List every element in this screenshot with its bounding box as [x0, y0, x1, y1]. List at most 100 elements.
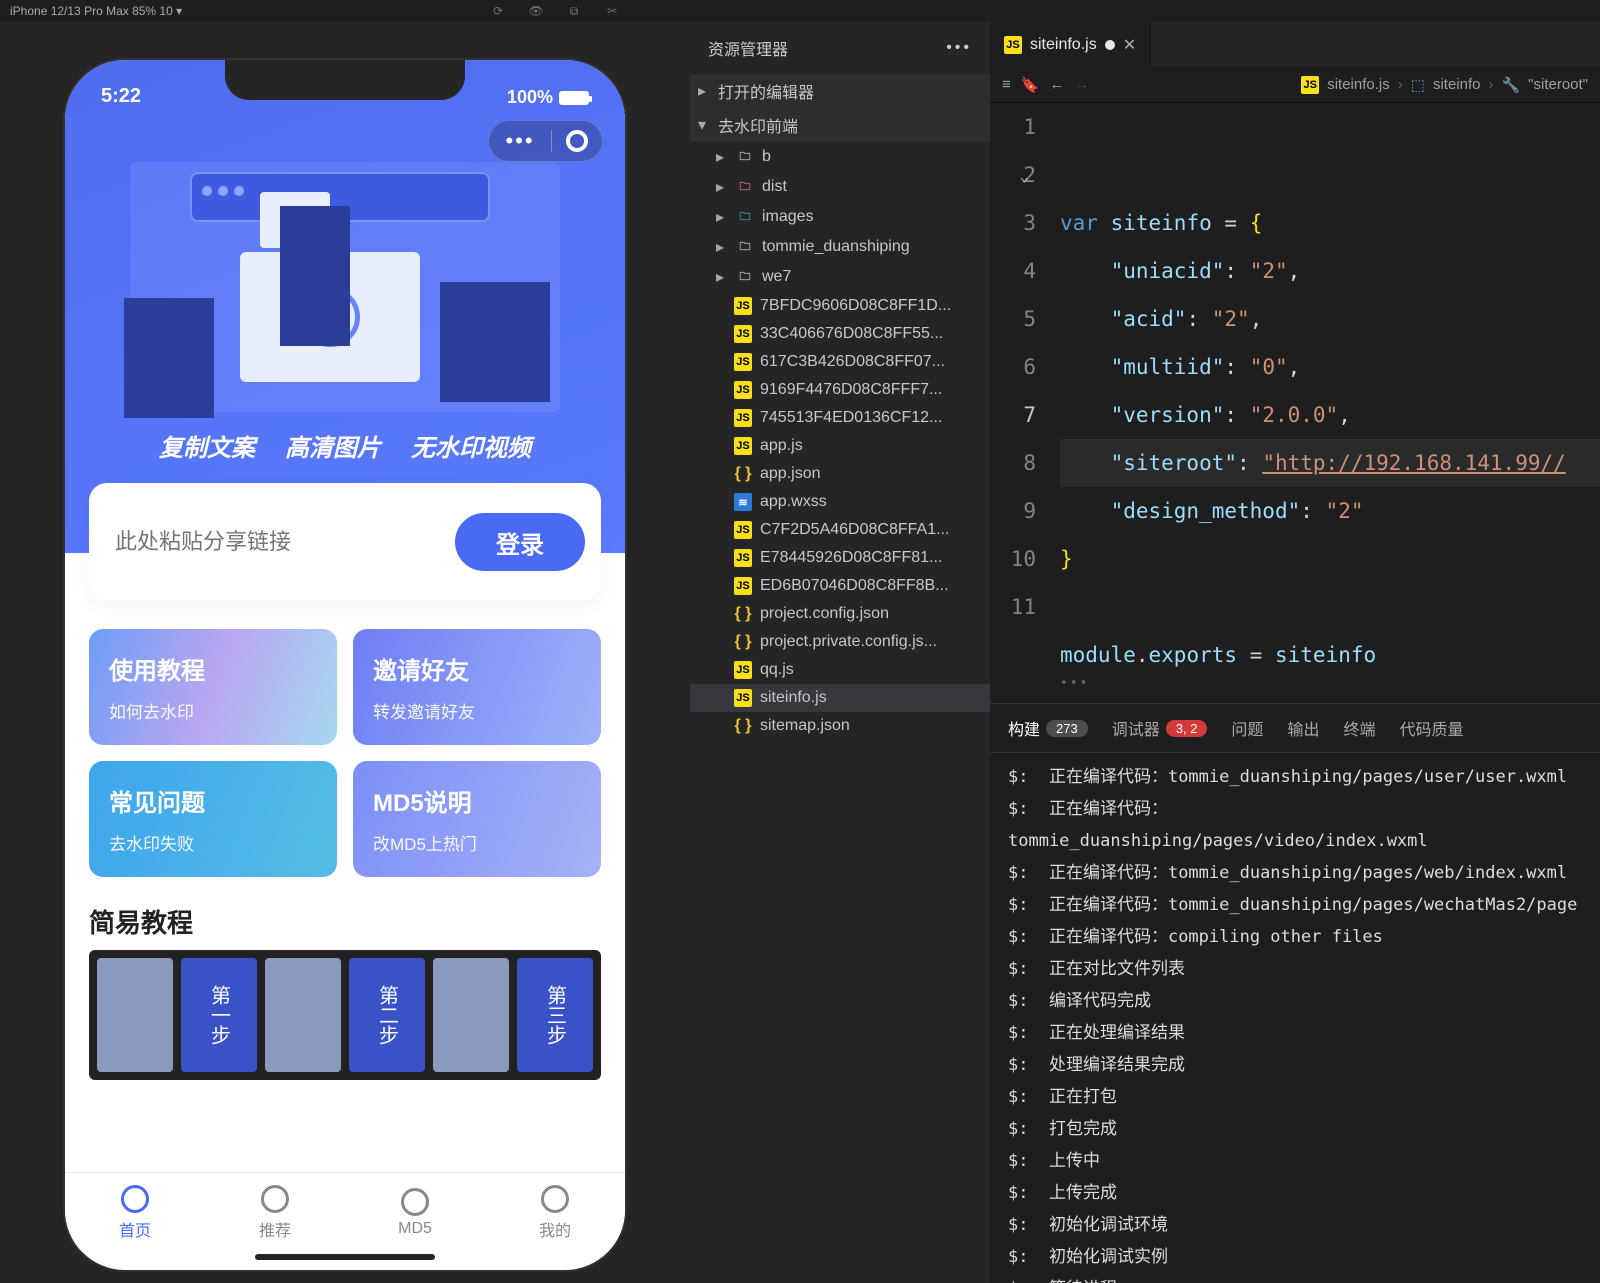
- code-editor[interactable]: 1 2 3 4 5 6 7 8 9 10 11 ⌄ var siteinfo =…: [990, 103, 1600, 703]
- cut-icon[interactable]: ✂: [602, 1, 622, 21]
- file-item[interactable]: { }sitemap.json: [690, 712, 990, 740]
- login-button[interactable]: 登录: [455, 513, 585, 571]
- tab-home[interactable]: 首页: [65, 1173, 205, 1252]
- tile-sub: 改MD5上热门: [373, 830, 581, 855]
- tab-build[interactable]: 构建273: [1008, 716, 1088, 740]
- tile-md5[interactable]: MD5说明 改MD5上热门: [353, 761, 601, 877]
- file-item[interactable]: JSE78445926D08C8FF81...: [690, 544, 990, 572]
- file-name: sitemap.json: [760, 717, 850, 735]
- file-item[interactable]: JS 617C3B426D08C8FF07...: [690, 348, 990, 376]
- tab-recommend[interactable]: 推荐: [205, 1173, 345, 1252]
- js-icon: JS: [1004, 36, 1022, 54]
- editor-panel: JS siteinfo.js ✕ ≡ 🔖 ← → JS siteinfo.js …: [990, 22, 1600, 1283]
- capsule-close-icon[interactable]: [552, 130, 602, 152]
- bottom-panel: 构建273 调试器3, 2 问题 输出 终端 代码质量 正在编译代码：tommi…: [990, 703, 1600, 1283]
- file-item[interactable]: ≋app.wxss: [690, 488, 990, 516]
- file-name: ED6B07046D08C8FF8B...: [760, 577, 949, 595]
- modified-dot-icon: [1105, 40, 1115, 50]
- workspace-root[interactable]: ▾去水印前端: [690, 108, 990, 142]
- file-item[interactable]: { }project.config.json: [690, 600, 990, 628]
- tile-faq[interactable]: 常见问题 去水印失败: [89, 761, 337, 877]
- json-icon: { }: [734, 605, 752, 623]
- breadcrumb[interactable]: siteinfo: [1433, 76, 1481, 93]
- opened-editors[interactable]: ▸打开的编辑器: [690, 74, 990, 108]
- file-name: app.js: [760, 437, 803, 455]
- file-item[interactable]: { }project.private.config.js...: [690, 628, 990, 656]
- tab-output[interactable]: 输出: [1287, 716, 1319, 740]
- tab-terminal[interactable]: 终端: [1343, 716, 1375, 740]
- file-item[interactable]: JSsiteinfo.js: [690, 684, 990, 712]
- copy-icon[interactable]: ⧉: [564, 1, 584, 21]
- build-log[interactable]: 正在编译代码：tommie_duanshiping/pages/user/use…: [990, 753, 1600, 1283]
- editor-tab[interactable]: JS siteinfo.js ✕: [990, 22, 1151, 67]
- eye-icon[interactable]: 👁: [526, 1, 546, 21]
- tile-sub: 如何去水印: [109, 698, 317, 723]
- tab-debugger[interactable]: 调试器3, 2: [1112, 716, 1208, 740]
- steps-strip[interactable]: 第一步 第二步 第三步: [89, 950, 601, 1080]
- tab-label: 首页: [119, 1217, 151, 1241]
- feature-text: 无水印视频: [411, 428, 531, 463]
- code-lines[interactable]: ⌄ var siteinfo = { "uniacid": "2", "acid…: [1050, 103, 1600, 703]
- tab-problems[interactable]: 问题: [1231, 716, 1263, 740]
- log-line: 正在打包: [1008, 1081, 1582, 1113]
- mini-program-capsule[interactable]: •••: [488, 120, 603, 162]
- log-line: 上传中: [1008, 1145, 1582, 1177]
- tab-me[interactable]: 我的: [485, 1173, 625, 1252]
- tab-quality[interactable]: 代码质量: [1399, 716, 1463, 740]
- explorer-more-icon[interactable]: •••: [946, 39, 972, 57]
- breadcrumb[interactable]: siteinfo.js: [1327, 76, 1390, 93]
- tab-label: siteinfo.js: [1030, 36, 1097, 54]
- file-item[interactable]: JS9169F4476D08C8FFF7...: [690, 376, 990, 404]
- close-icon[interactable]: ✕: [1123, 35, 1136, 55]
- folder-item[interactable]: ▸🗀we7: [690, 262, 990, 292]
- file-name: project.private.config.js...: [760, 633, 937, 651]
- refresh-icon: [401, 1188, 429, 1216]
- folder-item[interactable]: ▸🗀images: [690, 202, 990, 232]
- feature-text: 复制文案: [159, 428, 255, 463]
- file-name: 617C3B426D08C8FF07...: [760, 353, 945, 371]
- refresh-icon[interactable]: ⟳: [488, 1, 508, 21]
- tile-tutorial[interactable]: 使用教程 如何去水印: [89, 629, 337, 745]
- file-item[interactable]: JS745513F4ED0136CF12...: [690, 404, 990, 432]
- file-name: app.json: [760, 465, 821, 483]
- file-item[interactable]: { } app.json: [690, 460, 990, 488]
- file-explorer: 资源管理器 ••• ▸打开的编辑器 ▾去水印前端 ▸🗀b ▸🗀dist ▸🗀im…: [690, 22, 990, 1283]
- log-line: 等待进程: [1008, 1273, 1582, 1283]
- file-tree[interactable]: ▸打开的编辑器 ▾去水印前端 ▸🗀b ▸🗀dist ▸🗀images ▸🗀tom…: [690, 74, 990, 1283]
- tab-bar: 首页 推荐 MD5 我的: [65, 1172, 625, 1252]
- folder-item[interactable]: ▸🗀dist: [690, 172, 990, 202]
- battery-icon: [559, 91, 589, 105]
- js-icon: JS: [734, 353, 752, 371]
- tile-invite[interactable]: 邀请好友 转发邀请好友: [353, 629, 601, 745]
- tab-label: 我的: [539, 1217, 571, 1241]
- forward-icon[interactable]: →: [1074, 76, 1089, 93]
- breadcrumb[interactable]: "siteroot": [1528, 76, 1588, 93]
- file-item[interactable]: JS7BFDC9606D08C8FF1D...: [690, 292, 990, 320]
- log-line: 正在对比文件列表: [1008, 953, 1582, 985]
- capsule-more-icon[interactable]: •••: [489, 128, 551, 154]
- device-selector[interactable]: iPhone 12/13 Pro Max 85% 10 ▾: [10, 4, 182, 18]
- step-thumb: [265, 958, 341, 1072]
- search-input[interactable]: [105, 521, 441, 563]
- log-line: 上传完成: [1008, 1177, 1582, 1209]
- file-item[interactable]: JSqq.js: [690, 656, 990, 684]
- file-name: 745513F4ED0136CF12...: [760, 409, 942, 427]
- file-item[interactable]: JSC7F2D5A46D08C8FFA1...: [690, 516, 990, 544]
- tab-md5[interactable]: MD5: [345, 1173, 485, 1252]
- align-icon[interactable]: ≡: [1002, 76, 1011, 93]
- back-icon[interactable]: ←: [1049, 76, 1064, 93]
- json-icon: { }: [734, 465, 752, 483]
- bookmark-icon[interactable]: 🔖: [1021, 76, 1040, 94]
- file-item[interactable]: JSapp.js: [690, 432, 990, 460]
- folder-item[interactable]: ▸🗀b: [690, 142, 990, 172]
- log-line: 编译代码完成: [1008, 985, 1582, 1017]
- folder-item[interactable]: ▸🗀tommie_duanshiping: [690, 232, 990, 262]
- js-icon: JS: [1301, 76, 1319, 94]
- top-toolbar: iPhone 12/13 Pro Max 85% 10 ▾ ⟳ 👁 ⧉ ✂: [0, 0, 1600, 22]
- log-line: 处理编译结果完成: [1008, 1049, 1582, 1081]
- smile-icon: [541, 1185, 569, 1213]
- file-name: E78445926D08C8FF81...: [760, 549, 942, 567]
- file-item[interactable]: JS33C406676D08C8FF55...: [690, 320, 990, 348]
- file-item[interactable]: JSED6B07046D08C8FF8B...: [690, 572, 990, 600]
- log-line: 打包完成: [1008, 1113, 1582, 1145]
